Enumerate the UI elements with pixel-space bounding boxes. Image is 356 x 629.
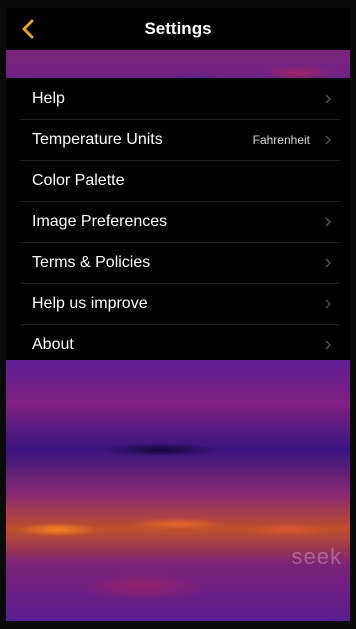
- seek-watermark: seek: [291, 544, 342, 569]
- page-title: Settings: [144, 19, 212, 38]
- menu-item-about[interactable]: About: [20, 325, 340, 365]
- menu-item-label: Image Preferences: [32, 213, 168, 230]
- menu-item-label: Help: [32, 90, 65, 107]
- menu-item-label: Help us improve: [32, 295, 148, 312]
- temperature-units-value: Fahrenheit: [252, 133, 310, 147]
- menu-item-help-us-improve[interactable]: Help us improve: [20, 284, 340, 325]
- menu-item-terms-policies[interactable]: Terms & Policies: [20, 243, 340, 284]
- chevron-right-icon: [325, 94, 331, 104]
- menu-item-temperature-units[interactable]: Temperature Units Fahrenheit: [20, 120, 340, 161]
- chevron-right-icon: [325, 258, 331, 268]
- menu-item-label: Terms & Policies: [32, 254, 151, 271]
- top-bar: Settings: [6, 8, 350, 50]
- settings-menu: Help Temperature Units Fahrenheit Color …: [6, 78, 350, 360]
- menu-item-label: About: [32, 336, 74, 353]
- menu-item-label: Temperature Units: [32, 131, 163, 148]
- menu-item-color-palette[interactable]: Color Palette: [20, 161, 340, 202]
- chevron-right-icon: [325, 217, 331, 227]
- menu-item-image-preferences[interactable]: Image Preferences: [20, 202, 340, 243]
- back-button[interactable]: [14, 14, 42, 44]
- chevron-left-icon: [22, 19, 34, 39]
- chevron-right-icon: [325, 135, 331, 145]
- menu-item-help[interactable]: Help: [20, 79, 340, 120]
- chevron-right-icon: [325, 299, 331, 309]
- menu-item-label: Color Palette: [32, 172, 125, 189]
- chevron-right-icon: [325, 340, 331, 350]
